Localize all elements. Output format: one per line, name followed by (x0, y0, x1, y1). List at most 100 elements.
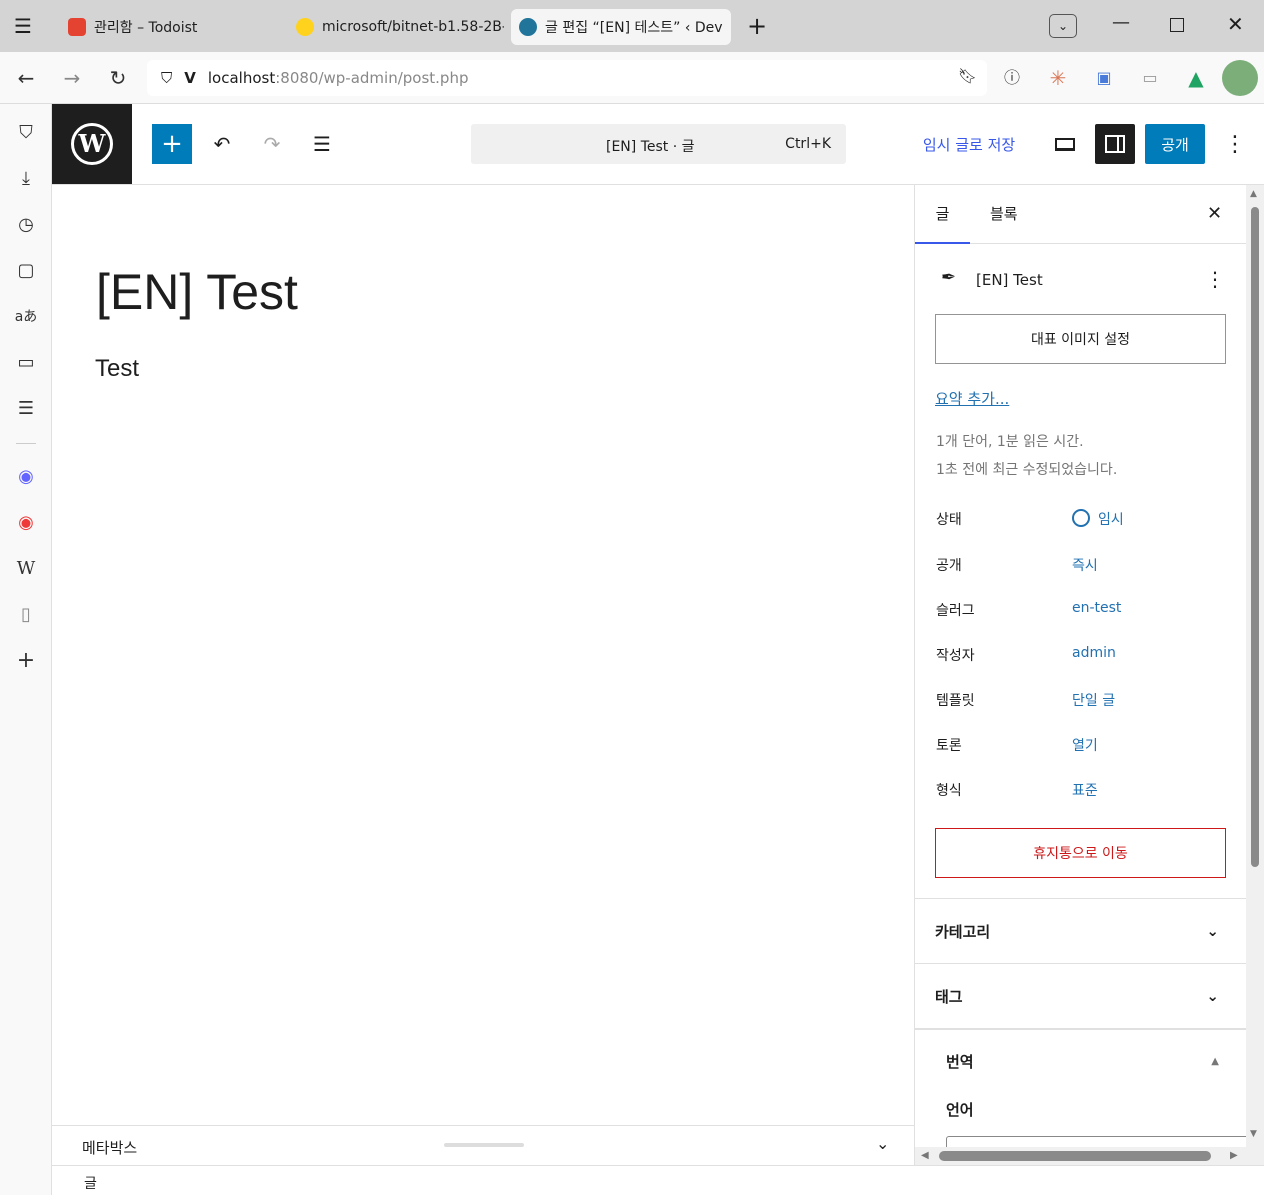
sidebar-icon (1105, 135, 1125, 153)
tab-list-button[interactable]: ⌄ (1049, 14, 1077, 38)
metabox-label: 메타박스 (82, 1139, 138, 1157)
shortcut-hint: Ctrl+K (785, 136, 831, 152)
page-icon[interactable]: ▯ (13, 602, 39, 628)
sidebar-tabs: 글 블록 ✕ (915, 185, 1246, 244)
wordpress-logo-button[interactable]: W (52, 104, 132, 184)
set-featured-image-button[interactable]: 대표 이미지 설정 (935, 314, 1226, 364)
reading-list-icon[interactable]: ☰ (13, 396, 39, 422)
chevron-down-icon[interactable]: ⌄ (876, 1134, 889, 1153)
add-panel-icon[interactable]: + (13, 648, 39, 674)
reload-button[interactable]: ↻ (104, 64, 132, 92)
menu-icon[interactable]: ☰ (14, 14, 40, 38)
move-to-trash-button[interactable]: 휴지통으로 이동 (935, 828, 1226, 878)
close-sidebar-icon[interactable]: ✕ (1207, 203, 1222, 224)
field-value[interactable]: 표준 (1072, 780, 1098, 800)
triangle-up-icon: ▲ (1211, 1056, 1219, 1067)
tab-block[interactable]: 블록 (990, 185, 1018, 244)
url-text: localhost:8080/wp-admin/post.php (208, 69, 469, 87)
discussion-row: 토론 열기 (936, 735, 1226, 755)
translate-icon[interactable]: aあ (13, 304, 39, 330)
huggingface-icon (296, 18, 314, 36)
save-draft-button[interactable]: 임시 글로 저장 (914, 124, 1024, 164)
preview-button[interactable] (1045, 124, 1085, 164)
field-value: 임시 (1098, 512, 1124, 528)
scrollbar-thumb[interactable] (1251, 207, 1259, 867)
claude-extension-icon[interactable]: ✳ (1044, 64, 1072, 92)
field-label: 형식 (936, 783, 962, 799)
field-value[interactable]: 즉시 (1072, 555, 1098, 575)
redo-button[interactable]: ↷ (252, 124, 292, 164)
translation-panel-toggle[interactable]: 번역 ▲ (915, 1028, 1246, 1093)
tags-panel-toggle[interactable]: 태그 ⌄ (915, 963, 1246, 1028)
publish-button[interactable]: 공개 (1145, 124, 1205, 164)
add-block-button[interactable]: + (152, 124, 192, 164)
categories-panel-toggle[interactable]: 카테고리 ⌄ (915, 898, 1246, 963)
field-label: 작성자 (936, 648, 975, 664)
tab-title: 글 편집 “[EN] 테스트” ‹ Dev (545, 20, 723, 36)
window-icon[interactable]: ▭ (13, 350, 39, 376)
password-extension-icon[interactable]: ⓘ (998, 64, 1026, 92)
maximize-button[interactable] (1170, 18, 1184, 32)
google-drive-icon[interactable]: ▲ (1182, 64, 1210, 92)
command-palette-button[interactable]: [EN] Test · 글 Ctrl+K (471, 124, 846, 164)
last-modified: 1초 전에 최근 수정되었습니다. (936, 462, 1118, 478)
field-label: 공개 (936, 558, 962, 574)
breadcrumb[interactable]: 글 (84, 1173, 97, 1193)
shield-icon: ⛉ (161, 69, 173, 87)
field-label: 템플릿 (936, 693, 975, 709)
bookmark-icon[interactable]: 🔖︎ (958, 67, 977, 85)
options-menu-icon[interactable]: ⋮ (1215, 124, 1255, 164)
field-label: 상태 (936, 512, 962, 528)
publish-row: 공개 즉시 (936, 555, 1226, 575)
field-value[interactable]: en-test (1072, 600, 1121, 620)
vivaldi-icon[interactable]: ◉ (13, 510, 39, 536)
add-excerpt-link[interactable]: 요약 추가... (935, 388, 1009, 409)
field-value[interactable]: admin (1072, 645, 1116, 665)
panel-title: 태그 (935, 987, 963, 1006)
laptop-icon (1055, 137, 1075, 151)
wordpress-icon (519, 18, 537, 36)
panel-title: 번역 (946, 1053, 974, 1071)
vertical-scrollbar[interactable]: ▲ ▼ (1246, 185, 1264, 1165)
editor-canvas: [EN] Test Test (52, 185, 914, 1125)
field-value[interactable]: 열기 (1072, 735, 1098, 755)
field-value[interactable]: 단일 글 (1072, 690, 1115, 710)
field-label: 슬러그 (936, 603, 975, 619)
tab-huggingface[interactable]: microsoft/bitnet-b1.58-2B-4 (288, 9, 504, 45)
mastodon-icon[interactable]: ◉ (13, 464, 39, 490)
wordpress-icon: W (71, 123, 113, 165)
history-icon[interactable]: ◷ (13, 212, 39, 238)
undo-button[interactable]: ↶ (202, 124, 242, 164)
minimize-button[interactable]: — (1112, 12, 1130, 33)
paragraph-block[interactable]: Test (95, 355, 139, 383)
resize-handle[interactable] (444, 1143, 524, 1147)
profile-avatar[interactable] (1222, 60, 1258, 96)
forward-button[interactable]: → (58, 64, 86, 92)
status-value[interactable]: 임시 (1072, 509, 1124, 529)
screenshot-extension-icon[interactable]: ▭ (1136, 64, 1164, 92)
bookmarks-icon[interactable]: ⛉ (13, 120, 39, 146)
word-count: 1개 단어, 1분 읽은 시간. (936, 434, 1084, 450)
back-button[interactable]: ← (12, 64, 40, 92)
notes-icon[interactable]: ▢ (13, 258, 39, 284)
tab-title: 관리함 – Todoist (94, 20, 198, 36)
settings-toggle-button[interactable] (1095, 124, 1135, 164)
wikipedia-icon[interactable]: W (13, 556, 39, 582)
address-bar[interactable]: ⛉ V localhost:8080/wp-admin/post.php 🔖︎ (147, 60, 987, 96)
post-title-input[interactable]: [EN] Test (96, 263, 298, 321)
horizontal-scrollbar[interactable]: ◀ ▶ (915, 1147, 1246, 1165)
draft-status-icon (1072, 509, 1090, 527)
scrollbar-thumb[interactable] (939, 1151, 1211, 1161)
downloads-icon[interactable]: ⤓ (13, 166, 39, 192)
template-row: 템플릿 단일 글 (936, 690, 1226, 710)
tab-wordpress[interactable]: 글 편집 “[EN] 테스트” ‹ Dev (511, 9, 731, 45)
metabox-area: 메타박스 ⌄ (52, 1125, 914, 1165)
extension-icon[interactable]: ▣ (1090, 64, 1118, 92)
tab-todoist[interactable]: 관리함 – Todoist (60, 9, 280, 45)
tab-post[interactable]: 글 (915, 185, 970, 244)
document-overview-button[interactable]: ☰ (302, 124, 342, 164)
new-tab-button[interactable]: + (747, 12, 767, 40)
post-actions-icon[interactable]: ⋮ (1205, 267, 1225, 291)
divider (16, 443, 36, 444)
close-window-button[interactable]: ✕ (1227, 12, 1244, 36)
